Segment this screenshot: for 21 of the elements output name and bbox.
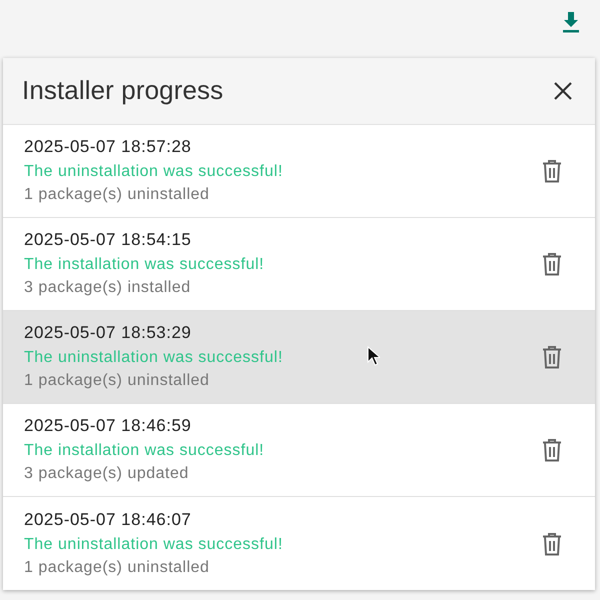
status-message: The installation was successful! [24,441,264,461]
package-count: 1 package(s) uninstalled [24,371,210,391]
package-count: 1 package(s) uninstalled [24,558,210,578]
status-message: The installation was successful! [24,255,264,275]
status-message: The uninstallation was successful! [24,162,283,182]
panel-title: Installer progress [22,75,224,107]
progress-entry[interactable]: 2025-05-07 18:53:29 The uninstallation was successful! 1 package(s) uninstalled [3,311,595,404]
progress-entry[interactable]: 2025-05-07 18:46:59 The installation was successful! 3 package(s) updated [3,404,595,497]
package-count: 1 package(s) uninstalled [24,185,210,205]
status-message: The uninstallation was successful! [24,348,283,368]
entry-timestamp: 2025-05-07 18:46:07 [24,508,192,530]
package-count: 3 package(s) updated [24,464,190,484]
entry-timestamp: 2025-05-07 18:53:29 [24,322,192,344]
mouse-pointer-icon [367,346,380,366]
entry-timestamp: 2025-05-07 18:57:28 [24,136,192,158]
entry-timestamp: 2025-05-07 18:46:59 [24,415,192,437]
status-message: The uninstallation was successful! [24,534,283,554]
progress-entry[interactable]: 2025-05-07 18:57:28 The uninstallation was successful! 1 package(s) uninstalled [3,125,595,218]
package-count: 3 package(s) installed [24,278,192,298]
entry-timestamp: 2025-05-07 18:54:15 [24,229,192,251]
progress-entry[interactable]: 2025-05-07 18:46:07 The uninstallation was successful! 1 package(s) uninstalled [3,497,595,590]
